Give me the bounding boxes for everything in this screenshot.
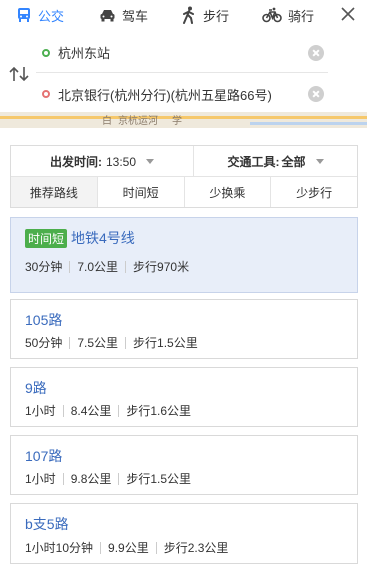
route-title: 时间短 地铁4号线 [25,228,135,248]
map-label: 京杭运河 [118,116,158,127]
route-distance: 7.0公里 [77,260,119,274]
map-label: 学 [172,116,182,127]
start-field[interactable]: 杭州东站 [36,33,328,73]
start-point-icon [42,48,50,57]
divider [62,404,64,417]
divider [69,260,71,273]
route-walk: 步行1.5公里 [133,336,198,350]
route-name: 9路 [25,380,47,396]
swap-icon[interactable] [8,66,30,82]
depart-time-label: 出发时间: [49,155,102,169]
car-icon [100,10,115,22]
route-duration: 1小时10分钟 [25,541,94,555]
route-duration: 50分钟 [25,336,63,350]
depart-time-value: 13:50 [105,154,137,169]
map-road [0,116,367,119]
tab-less-walking[interactable]: 少步行 [271,177,357,207]
divider [155,541,157,554]
divider [69,336,71,349]
end-value: 北京银行(杭州分行)(杭州五星路66号) [58,87,272,103]
fastest-badge: 时间短 [25,228,68,248]
bus-icon [18,8,30,22]
tab-recommended[interactable]: 推荐路线 [11,177,98,207]
route-title: 105路 [25,310,62,330]
route-distance: 9.8公里 [70,472,112,486]
route-info: 50分钟 7.5公里 步行1.5公里 [25,334,198,351]
route-info: 30分钟 7.0公里 步行970米 [25,258,189,275]
route-walk: 步行1.5公里 [126,472,192,486]
divider [118,472,120,485]
route-card[interactable]: 时间短 地铁4号线 30分钟 7.0公里 步行970米 [10,217,358,293]
transport-dropdown[interactable]: 交通工具: 全部 [194,146,357,177]
mode-tab-bike[interactable]: 骑行 [262,0,314,30]
walk-icon [183,6,194,24]
route-input-panel: 杭州东站 北京银行(杭州分行)(杭州五星路66号) [0,30,367,118]
mode-tab-car[interactable]: 驾车 [99,0,148,30]
clear-start-icon[interactable] [308,45,324,61]
route-card[interactable]: b支5路 1小时10分钟 9.9公里 步行2.3公里 [10,503,358,564]
divider [100,541,102,554]
close-icon[interactable] [339,5,357,23]
route-walk: 步行970米 [133,260,190,274]
route-walk: 步行1.6公里 [126,404,192,418]
mode-label: 骑行 [288,8,315,24]
route-distance: 7.5公里 [77,336,119,350]
map-label: 白 [102,116,112,127]
route-walk: 步行2.3公里 [163,541,229,555]
mode-tab-walk[interactable]: 步行 [181,0,229,30]
divider [125,260,127,273]
route-info: 1小时 8.4公里 步行1.6公里 [25,402,191,419]
mode-tab-bus[interactable]: 公交 [16,0,64,30]
end-point-icon [42,90,50,98]
route-name: 107路 [25,448,63,464]
divider [118,404,120,417]
route-name: b支5路 [25,516,69,532]
end-field[interactable]: 北京银行(杭州分行)(杭州五星路66号) [36,74,328,114]
route-title: 107路 [25,446,62,466]
route-title: 9路 [25,378,47,398]
route-duration: 1小时 [25,472,56,486]
depart-time-dropdown[interactable]: 出发时间: 13:50 [11,146,194,177]
clear-end-icon[interactable] [308,86,324,102]
divider [62,472,64,485]
route-name: 地铁4号线 [71,230,135,246]
route-info: 1小时 9.8公里 步行1.5公里 [25,470,191,487]
chevron-down-icon [146,159,155,164]
transport-label: 交通工具: [227,155,280,169]
route-card[interactable]: 9路 1小时 8.4公里 步行1.6公里 [10,367,358,427]
tab-fewer-transfers[interactable]: 少换乘 [185,177,272,207]
start-value: 杭州东站 [58,46,111,61]
route-distance: 8.4公里 [70,404,112,418]
route-filters: 出发时间: 13:50 交通工具: 全部 推荐路线 时间短 少换乘 少步行 [10,145,358,208]
chevron-down-icon [315,159,324,164]
map-river [250,122,367,125]
mode-label: 公交 [38,8,65,24]
divider [125,336,127,349]
mode-label: 驾车 [122,8,149,24]
route-title: b支5路 [25,514,69,534]
travel-mode-bar: 公交 驾车 步行 骑行 [0,0,367,30]
route-distance: 9.9公里 [108,541,149,555]
route-name: 105路 [25,312,63,328]
map-preview[interactable]: 白 京杭运河 学 [0,112,367,128]
tab-shortest-time[interactable]: 时间短 [98,177,185,207]
route-info: 1小时10分钟 9.9公里 步行2.3公里 [25,539,228,556]
transport-value: 全部 [281,155,306,169]
bike-icon [262,7,282,23]
route-duration: 30分钟 [25,260,63,274]
route-card[interactable]: 107路 1小时 9.8公里 步行1.5公里 [10,435,358,495]
route-duration: 1小时 [25,404,56,418]
mode-label: 步行 [203,8,230,24]
route-card[interactable]: 105路 50分钟 7.5公里 步行1.5公里 [10,299,358,359]
